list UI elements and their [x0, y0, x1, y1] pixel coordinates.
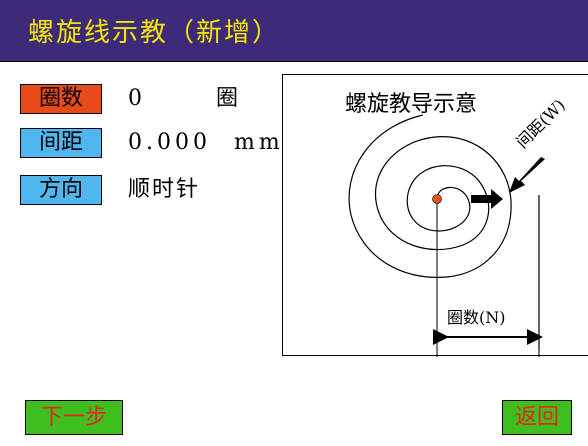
title-bar: 螺旋线示教（新增）: [0, 0, 588, 62]
pitch-arrow-diagonal: [509, 157, 545, 193]
pitch-value[interactable]: 0.000: [128, 129, 211, 157]
pitch-arrow-right: [471, 189, 503, 209]
back-button[interactable]: 返回: [502, 400, 572, 435]
turns-annotation: 圈数(N): [447, 308, 506, 327]
spiral-diagram: 螺旋教导示意 间距(W) 圈数(N): [282, 74, 588, 357]
center-dot: [432, 194, 442, 204]
turns-label[interactable]: 圈数: [20, 84, 102, 114]
pitch-label[interactable]: 间距: [20, 128, 102, 158]
turns-value[interactable]: 0: [128, 85, 142, 113]
next-step-button[interactable]: 下一步: [25, 400, 123, 435]
direction-value[interactable]: 顺时针: [128, 176, 200, 204]
pitch-annotation: 间距(W): [512, 95, 569, 152]
turns-unit: 圈: [216, 86, 239, 111]
diagram-title: 螺旋教导示意: [345, 92, 477, 117]
pitch-unit: mm: [234, 130, 284, 155]
direction-label[interactable]: 方向: [20, 175, 102, 205]
page-title: 螺旋线示教（新增）: [28, 18, 281, 48]
